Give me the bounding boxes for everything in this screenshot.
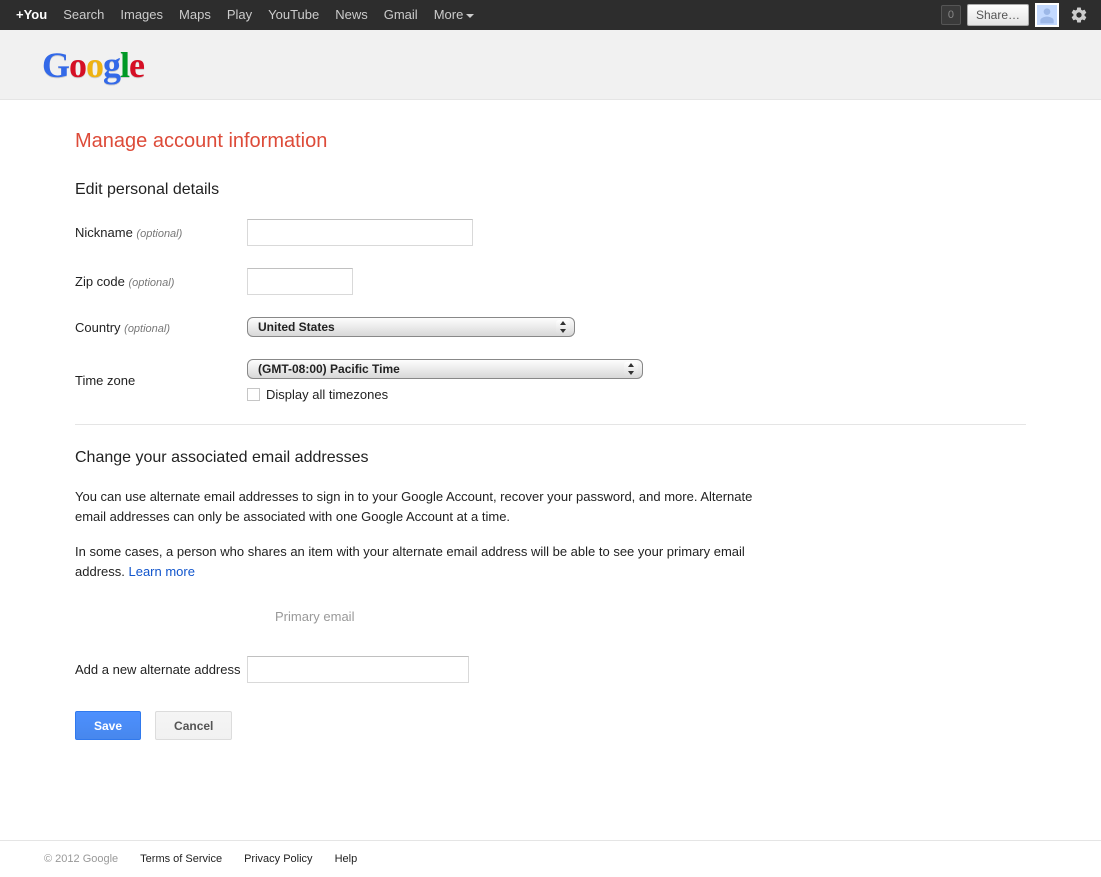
top-nav-left: +You Search Images Maps Play YouTube New… xyxy=(8,0,482,30)
row-zip: Zip code (optional) xyxy=(75,268,1026,295)
footer-help-link[interactable]: Help xyxy=(335,853,358,865)
timezone-label: Time zone xyxy=(75,359,247,388)
notifications-badge[interactable]: 0 xyxy=(941,5,961,25)
chevron-down-icon xyxy=(466,14,474,18)
button-row: Save Cancel xyxy=(75,711,1026,740)
top-nav-bar: +You Search Images Maps Play YouTube New… xyxy=(0,0,1101,30)
timezone-select[interactable]: (GMT-08:00) Pacific Time xyxy=(247,359,643,379)
nickname-input[interactable] xyxy=(247,219,473,246)
nav-gmail[interactable]: Gmail xyxy=(376,0,426,30)
display-all-tz-checkbox[interactable] xyxy=(247,388,260,401)
separator xyxy=(75,424,1026,425)
primary-email-row: Primary email xyxy=(75,609,1026,624)
country-value: United States xyxy=(258,320,335,334)
alt-address-input[interactable] xyxy=(247,656,469,683)
email-description-1: You can use alternate email addresses to… xyxy=(75,487,765,526)
nav-news[interactable]: News xyxy=(327,0,376,30)
nav-play[interactable]: Play xyxy=(219,0,260,30)
nav-maps[interactable]: Maps xyxy=(171,0,219,30)
nav-more-label: More xyxy=(434,7,464,22)
row-timezone: Time zone (GMT-08:00) Pacific Time Displ… xyxy=(75,359,1026,402)
primary-email-label: Primary email xyxy=(275,609,354,624)
save-button[interactable]: Save xyxy=(75,711,141,740)
alt-address-label: Add a new alternate address xyxy=(75,662,247,677)
select-arrows-icon xyxy=(559,321,567,333)
gear-icon xyxy=(1070,6,1088,24)
select-arrows-icon xyxy=(627,363,635,375)
country-select[interactable]: United States xyxy=(247,317,575,337)
learn-more-link[interactable]: Learn more xyxy=(128,564,194,579)
row-alt-address: Add a new alternate address xyxy=(75,656,1026,683)
nav-plus-you[interactable]: +You xyxy=(8,0,55,30)
nav-more[interactable]: More xyxy=(426,0,483,30)
footer-copyright: © 2012 Google xyxy=(44,853,118,865)
avatar[interactable] xyxy=(1035,3,1059,27)
timezone-block: (GMT-08:00) Pacific Time Display all tim… xyxy=(247,359,643,402)
email-description-2: In some cases, a person who shares an it… xyxy=(75,542,765,581)
share-button[interactable]: Share… xyxy=(967,4,1029,26)
timezone-value: (GMT-08:00) Pacific Time xyxy=(258,362,400,376)
settings-button[interactable] xyxy=(1065,1,1093,29)
header: Google xyxy=(0,30,1101,100)
zip-label: Zip code (optional) xyxy=(75,274,247,289)
nav-search[interactable]: Search xyxy=(55,0,112,30)
display-all-tz-row: Display all timezones xyxy=(247,387,643,402)
row-country: Country (optional) United States xyxy=(75,317,1026,337)
nickname-label: Nickname (optional) xyxy=(75,225,247,240)
personal-heading: Edit personal details xyxy=(75,181,1026,199)
display-all-tz-label: Display all timezones xyxy=(266,387,388,402)
nav-images[interactable]: Images xyxy=(112,0,171,30)
zip-input[interactable] xyxy=(247,268,353,295)
google-logo[interactable]: Google xyxy=(42,44,144,86)
footer-terms-link[interactable]: Terms of Service xyxy=(140,853,222,865)
page-title: Manage account information xyxy=(75,130,1026,153)
user-icon xyxy=(1037,5,1057,25)
main-content: Manage account information Edit personal… xyxy=(0,100,1026,780)
country-label: Country (optional) xyxy=(75,320,247,335)
nav-youtube[interactable]: YouTube xyxy=(260,0,327,30)
top-nav-right: 0 Share… xyxy=(941,1,1093,29)
footer: © 2012 Google Terms of Service Privacy P… xyxy=(0,840,1101,877)
email-heading: Change your associated email addresses xyxy=(75,449,1026,467)
row-nickname: Nickname (optional) xyxy=(75,219,1026,246)
footer-privacy-link[interactable]: Privacy Policy xyxy=(244,853,312,865)
cancel-button[interactable]: Cancel xyxy=(155,711,232,740)
